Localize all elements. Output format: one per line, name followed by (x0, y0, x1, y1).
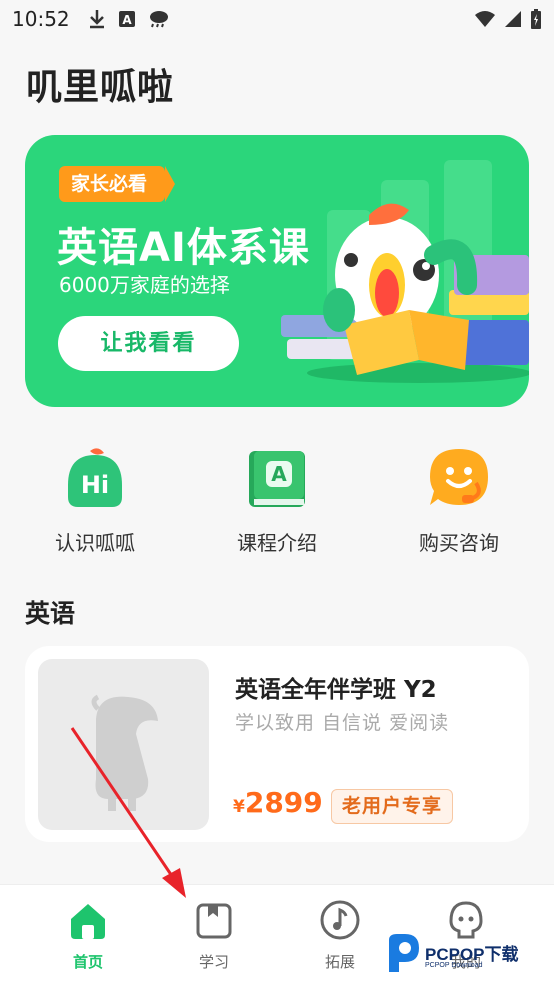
tab-explore[interactable]: 拓展 (290, 899, 390, 972)
watermark-logo-icon (389, 934, 419, 972)
banner-cta-button[interactable]: 让我看看 (58, 316, 239, 371)
svg-text:A: A (271, 462, 287, 486)
quick-menu: Hi 认识呱呱 A 课程介绍 购买咨询 (0, 445, 554, 560)
hi-chick-icon: Hi (68, 448, 122, 507)
download-icon (89, 10, 104, 29)
weather-icon (149, 11, 168, 28)
quick-item-label: 认识呱呱 (55, 531, 135, 555)
tab-study[interactable]: 学习 (164, 899, 264, 972)
course-title: 英语全年伴学班 Y2 (235, 677, 437, 703)
signal-icon (505, 11, 521, 27)
status-bar: 10:52 A (0, 0, 554, 38)
status-time: 10:52 (12, 7, 70, 31)
svg-text:Hi: Hi (81, 471, 109, 499)
quick-item-purchase-consult[interactable]: 购买咨询 (394, 445, 524, 556)
mascot-illustration (281, 160, 529, 383)
tab-label: 学习 (198, 953, 229, 971)
banner-subtitle: 6000万家庭的选择 (59, 273, 230, 297)
price-value: 2899 (244, 786, 323, 819)
book-a-icon: A (249, 451, 305, 507)
placeholder-mascot-icon (91, 694, 158, 811)
section-title: 英语 (25, 599, 76, 628)
battery-charging-icon (531, 9, 541, 29)
page-title: 叽里呱啦 (26, 67, 175, 108)
home-icon (71, 904, 105, 939)
banner-tag: 家长必看 (59, 166, 176, 202)
music-note-icon (320, 900, 360, 940)
course-description: 学以致用 自信说 爱阅读 (235, 712, 450, 734)
tab-label: 拓展 (324, 953, 355, 971)
quick-item-label: 购买咨询 (419, 531, 499, 555)
course-thumbnail (38, 659, 209, 830)
tab-home[interactable]: 首页 (38, 899, 138, 972)
a-notification-icon: A (118, 11, 135, 27)
course-price: ¥2899 (233, 786, 323, 819)
course-badge: 老用户专享 (331, 789, 454, 824)
watermark-sub: PCPOP Download (425, 962, 483, 969)
watermark: PCPOP下载 PCPOP Download (385, 932, 554, 980)
quick-item-label: 课程介绍 (237, 531, 317, 555)
promo-banner[interactable]: 家长必看 英语AI体系课 6000万家庭的选择 让我看看 (25, 135, 529, 407)
chat-headset-icon (430, 449, 488, 505)
quick-item-meet-guagua[interactable]: Hi 认识呱呱 (30, 445, 160, 556)
svg-text:A: A (122, 13, 132, 27)
book-icon (196, 903, 232, 939)
wifi-icon (475, 11, 495, 27)
tab-label: 首页 (72, 953, 103, 971)
course-card[interactable]: 英语全年伴学班 Y2 学以致用 自信说 爱阅读 ¥2899 老用户专享 (25, 646, 529, 842)
price-currency: ¥ (233, 797, 245, 817)
quick-item-course-intro[interactable]: A 课程介绍 (212, 445, 342, 556)
